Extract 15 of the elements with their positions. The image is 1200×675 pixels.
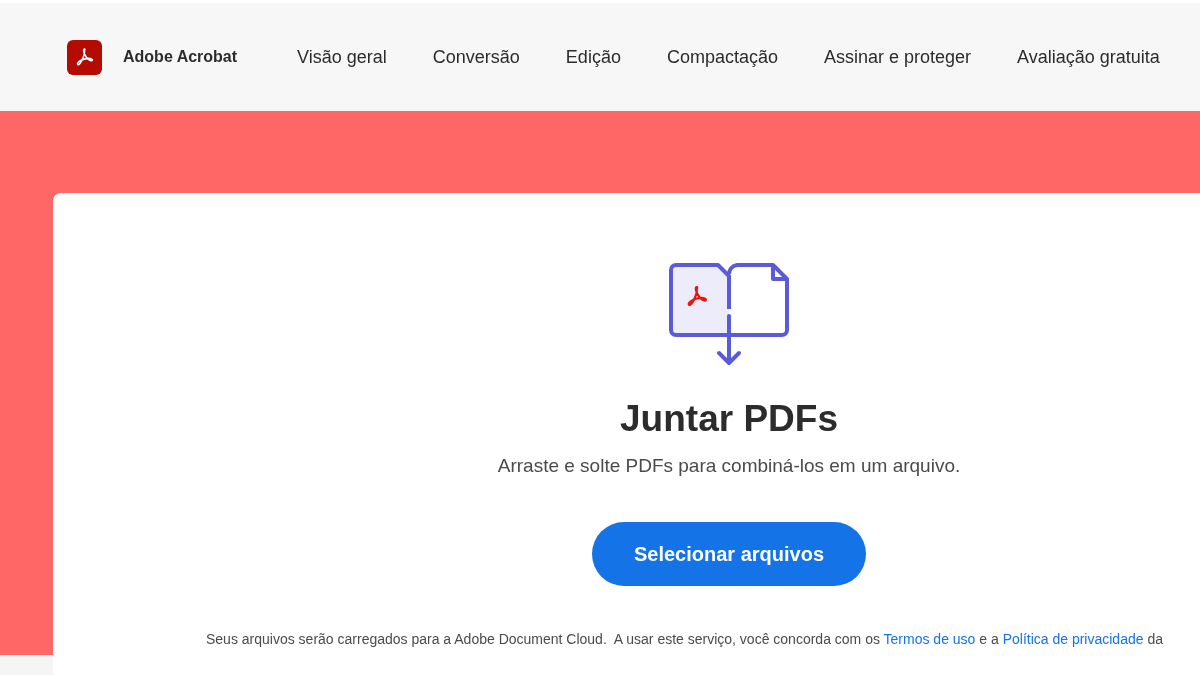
notice-link[interactable]: Termos de uso	[883, 631, 976, 647]
notice-link[interactable]: Política de privacidade	[1002, 631, 1144, 647]
upload-notice: Seus arquivos serão carregados para a Adobe Document Cloud. A usar este serviço, você concorda com os Termos de uso e a Política de privacidade da	[206, 630, 1163, 648]
tool-description: Arraste e solte PDFs para combiná-los em um arquivo.	[497, 454, 961, 478]
merge-documents-icon	[668, 262, 790, 368]
acrobat-logo-icon	[67, 39, 102, 75]
nav-link[interactable]: Edição	[565, 43, 621, 71]
nav-link[interactable]: Assinar e proteger	[823, 43, 972, 71]
nav-link[interactable]: Conversão	[432, 43, 520, 71]
select-files-button[interactable]: Selecionar arquivos	[592, 522, 866, 586]
brand-link[interactable]: Adobe Acrobat	[67, 39, 238, 75]
nav-link[interactable]: Visão geral	[297, 43, 387, 71]
nav-link[interactable]: Avaliação gratuita	[1017, 43, 1160, 71]
nav-link[interactable]: Compactação	[666, 43, 778, 71]
tool-title: Juntar PDFs	[620, 397, 838, 441]
